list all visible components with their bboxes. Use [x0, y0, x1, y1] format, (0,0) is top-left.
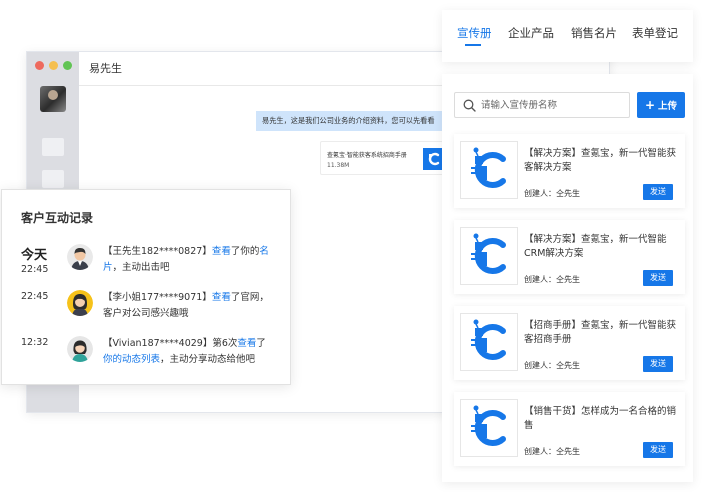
tab-bar: 宣传册 企业产品 销售名片 表单登记 [442, 10, 693, 62]
plus-icon: + [644, 98, 656, 112]
search-box [454, 92, 630, 118]
brochure-logo-icon [460, 399, 518, 457]
tab-form[interactable]: 表单登记 [632, 25, 678, 41]
record-customer: 【李小姐177****9071】 [103, 292, 212, 303]
send-button[interactable]: 发送 [643, 270, 673, 286]
record-customer: 【王先生182****0827】 [103, 246, 212, 257]
brochure-title: 【解决方案】查氪宝，新一代智能获客解决方案 [524, 148, 677, 173]
sidebar-tile[interactable] [42, 170, 64, 188]
male-avatar-icon [67, 244, 93, 270]
record-view-link[interactable]: 查看 [212, 292, 231, 303]
brochure-creator: 创建人：仝先生 [524, 447, 580, 456]
interaction-title: 客户互动记录 [21, 211, 94, 225]
record-time: 12:32 [21, 337, 49, 348]
send-button[interactable]: 发送 [643, 184, 673, 200]
file-name: 查氪宝·智能获客系统招商手册 [327, 152, 407, 159]
record-text: 【李小姐177****9071】查看了官网，客户对公司感兴趣哦 [103, 290, 273, 321]
record-target-link[interactable]: 你的动态列表 [103, 354, 160, 365]
send-button[interactable]: 发送 [643, 442, 673, 458]
minimize-window-icon[interactable] [49, 61, 58, 70]
send-button[interactable]: 发送 [643, 356, 673, 372]
search-icon [463, 99, 476, 112]
female-avatar-icon [67, 336, 93, 362]
record-text: 【王先生182****0827】查看了你的名片，主动出击吧 [103, 244, 273, 275]
upload-label: 上传 [658, 101, 678, 112]
tab-brochure[interactable]: 宣传册 [457, 25, 492, 41]
brochure-logo-icon [460, 313, 518, 371]
brochure-card[interactable]: 【解决方案】查氪宝，新一代智能CRM解决方案 创建人：仝先生 发送 [454, 220, 685, 294]
brochure-logo-icon [460, 227, 518, 285]
close-window-icon[interactable] [35, 61, 44, 70]
maximize-window-icon[interactable] [63, 61, 72, 70]
tab-business-card[interactable]: 销售名片 [571, 25, 617, 41]
record-text: 【Vivian187****4029】第6次查看了你的动态列表，主动分享动态给他… [103, 336, 273, 367]
record-suggestion: ，主动分享动态给他吧 [160, 353, 256, 365]
upload-button[interactable]: + 上传 [637, 92, 685, 118]
sidebar-tile[interactable] [42, 138, 64, 156]
record-time: 22:45 [21, 264, 49, 275]
record-view-link[interactable]: 查看 [237, 338, 256, 349]
brochure-title: 【销售干货】怎样成为一名合格的销售 [524, 406, 677, 431]
brochure-panel: +上传 【解决方案】查氪宝，新一代智能获客解决方案 创建人：仝先生 发送 [442, 74, 693, 482]
brochure-card[interactable]: 【招商手册】查氪宝，新一代智能获客招商手册 创建人：仝先生 发送 [454, 306, 685, 380]
female-avatar-icon [67, 290, 93, 316]
record-view-link[interactable]: 查看 [212, 246, 231, 257]
brochure-card[interactable]: 【解决方案】查氪宝，新一代智能获客解决方案 创建人：仝先生 发送 [454, 134, 685, 208]
tab-products[interactable]: 企业产品 [508, 25, 554, 41]
brochure-title: 【解决方案】查氪宝，新一代智能CRM解决方案 [524, 234, 667, 259]
record-time: 22:45 [21, 291, 49, 302]
file-card[interactable]: 查氪宝·智能获客系统招商手册 11.38M [320, 141, 446, 175]
brochure-creator: 创建人：仝先生 [524, 189, 580, 198]
record-action: 了 [256, 338, 266, 349]
message-bubble: 易先生，这是我们公司业务的介绍资料，您可以先看看 [256, 111, 446, 131]
brochure-title: 【招商手册】查氪宝，新一代智能获客招商手册 [524, 320, 677, 345]
brochure-creator: 创建人：仝先生 [524, 361, 580, 370]
brochure-card[interactable]: 【销售干货】怎样成为一名合格的销售 创建人：仝先生 发送 [454, 392, 685, 466]
record-customer: 【Vivian187****4029】第6次 [103, 338, 238, 349]
file-size: 11.38M [327, 162, 350, 169]
record-action: 了你的 [230, 246, 260, 257]
active-tab-indicator [465, 44, 481, 46]
search-input[interactable] [481, 95, 627, 115]
interaction-panel: 客户互动记录 今天 22:45 【王先生182****0827】查看了你的名片，… [1, 189, 291, 385]
contact-name: 易先生 [89, 62, 122, 75]
brochure-logo-icon [460, 141, 518, 199]
brochure-creator: 创建人：仝先生 [524, 275, 580, 284]
contact-avatar[interactable] [40, 86, 66, 112]
record-suggestion: ，主动出击吧 [112, 261, 170, 273]
record-day: 今天 [21, 248, 48, 263]
